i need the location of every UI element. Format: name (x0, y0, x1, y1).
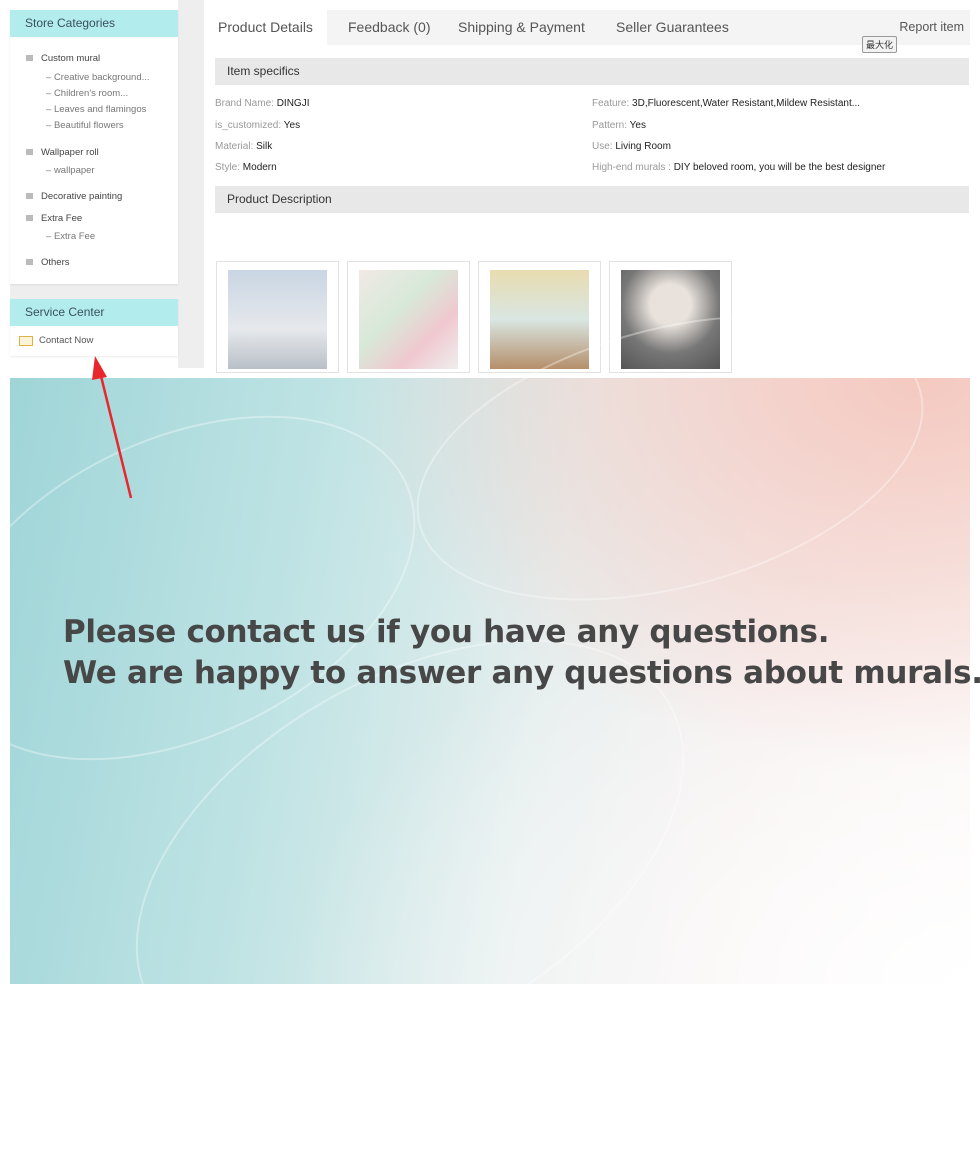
red-arrow-annotation (92, 356, 133, 499)
arrow-shaft (98, 371, 133, 499)
arrow-head (92, 356, 107, 380)
